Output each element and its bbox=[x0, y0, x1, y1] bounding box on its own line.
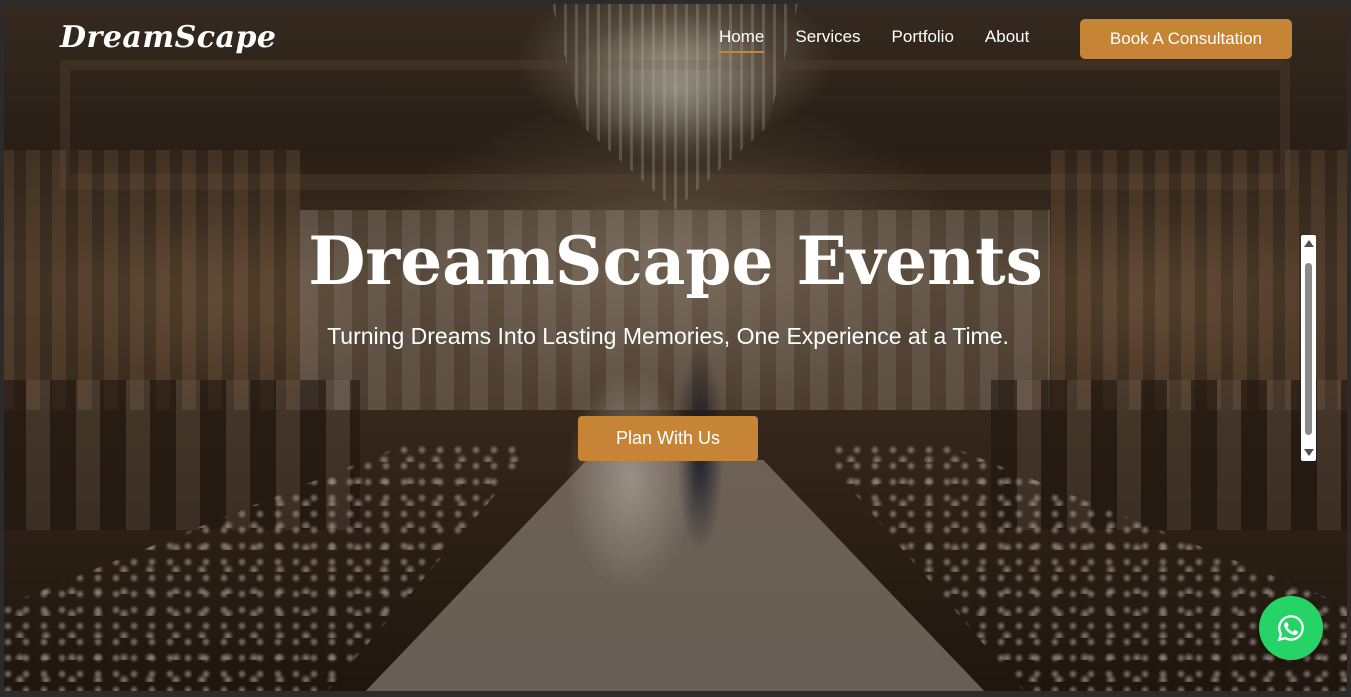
hero-subtitle: Turning Dreams Into Lasting Memories, On… bbox=[327, 323, 1009, 349]
nav-link-about[interactable]: About bbox=[985, 27, 1029, 53]
scroll-thumb[interactable] bbox=[1305, 263, 1312, 435]
whatsapp-icon bbox=[1277, 615, 1304, 642]
scroll-up-arrow-icon[interactable] bbox=[1304, 240, 1314, 247]
scrollbar[interactable] bbox=[1301, 235, 1316, 461]
scroll-down-arrow-icon[interactable] bbox=[1304, 449, 1314, 456]
brand-logo[interactable]: DreamScape bbox=[60, 20, 277, 55]
nav-link-portfolio[interactable]: Portfolio bbox=[892, 27, 954, 53]
hero-title: DreamScape Events bbox=[308, 222, 1043, 300]
nav-link-services[interactable]: Services bbox=[795, 27, 860, 53]
whatsapp-button[interactable] bbox=[1259, 596, 1323, 660]
book-consultation-button[interactable]: Book A Consultation bbox=[1080, 19, 1292, 59]
plan-with-us-button[interactable]: Plan With Us bbox=[578, 416, 758, 461]
nav-menu: Home Services Portfolio About bbox=[719, 27, 1060, 53]
nav-link-home[interactable]: Home bbox=[719, 27, 765, 53]
